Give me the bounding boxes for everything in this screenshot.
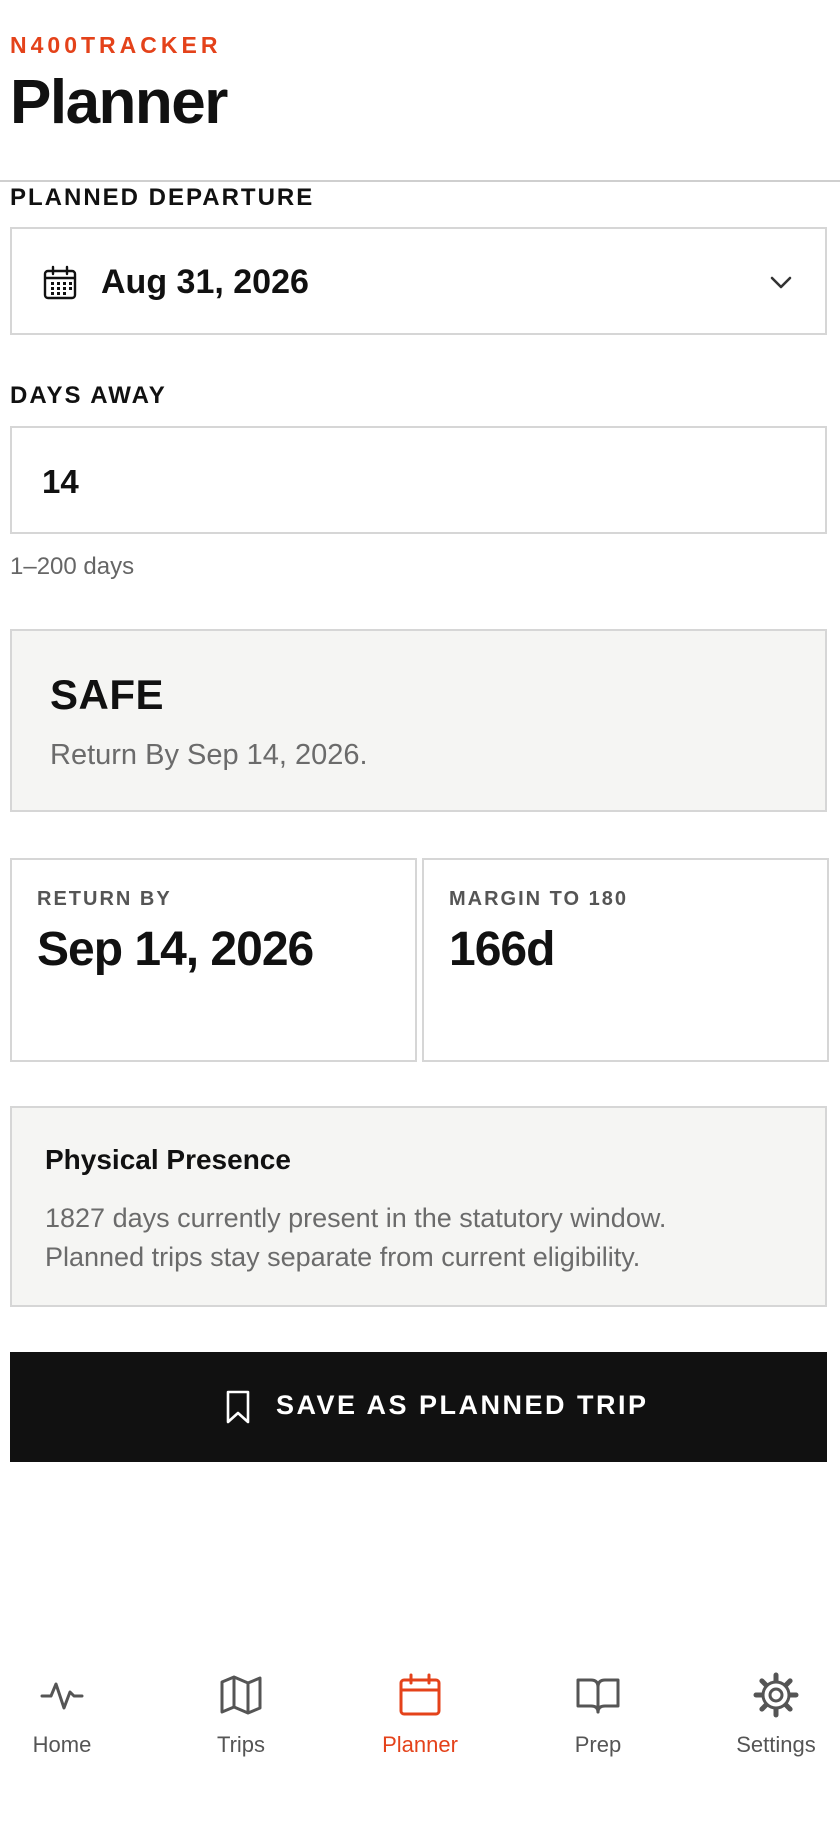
margin-value: 166d (449, 923, 555, 976)
departure-date-select[interactable]: Aug 31, 2026 (10, 227, 827, 335)
save-planned-trip-button[interactable]: SAVE AS PLANNED TRIP (10, 1352, 827, 1462)
status-subtitle: Return By Sep 14, 2026. (50, 739, 368, 771)
status-card: SAFE Return By Sep 14, 2026. (10, 629, 827, 812)
nav-label-home: Home (32, 1732, 92, 1757)
presence-title: Physical Presence (45, 1144, 291, 1175)
brand-wordmark: N400TRACKER (10, 32, 222, 58)
header-divider (0, 180, 840, 182)
calendar-icon (43, 265, 77, 300)
nav-label-prep: Prep (574, 1732, 622, 1757)
days-away-value: 14 (42, 463, 79, 500)
days-away-label: DAYS AWAY (10, 382, 167, 409)
return-by-label: RETURN BY (37, 888, 172, 910)
days-away-input[interactable]: 14 (10, 426, 827, 534)
chevron-down-icon (770, 276, 792, 289)
page-title: Planner (10, 68, 228, 137)
presence-line-1: 1827 days currently present in the statu… (45, 1203, 667, 1233)
nav-label-trips: Trips (216, 1732, 266, 1757)
nav-label-settings: Settings (736, 1732, 816, 1757)
status-title: SAFE (50, 671, 165, 718)
margin-card: MARGIN TO 180 166d (422, 858, 829, 1062)
nav-item-trips[interactable]: Trips (171, 1650, 311, 1760)
activity-icon (40, 1682, 84, 1710)
save-button-label: SAVE AS PLANNED TRIP (276, 1390, 649, 1420)
map-icon (220, 1675, 262, 1715)
bottom-nav: Home Trips Planner Prep Settings (0, 1650, 840, 1770)
departure-date-value: Aug 31, 2026 (101, 263, 309, 301)
nav-item-home[interactable]: Home (0, 1650, 132, 1760)
bookmark-icon (226, 1390, 250, 1424)
book-icon (576, 1678, 620, 1714)
return-by-card: RETURN BY Sep 14, 2026 (10, 858, 417, 1062)
days-away-helper: 1–200 days (10, 553, 135, 580)
nav-item-settings[interactable]: Settings (706, 1650, 840, 1760)
gear-icon (753, 1672, 799, 1718)
calendar-icon (399, 1673, 441, 1716)
nav-label-planner: Planner (382, 1732, 458, 1757)
physical-presence-card: Physical Presence 1827 days currently pr… (10, 1106, 827, 1307)
presence-line-2: Planned trips stay separate from current… (45, 1242, 641, 1272)
nav-item-planner[interactable]: Planner (350, 1650, 490, 1760)
departure-label: PLANNED DEPARTURE (10, 184, 315, 211)
return-by-value: Sep 14, 2026 (37, 923, 314, 976)
margin-label: MARGIN TO 180 (449, 888, 628, 910)
nav-item-prep[interactable]: Prep (528, 1650, 668, 1760)
